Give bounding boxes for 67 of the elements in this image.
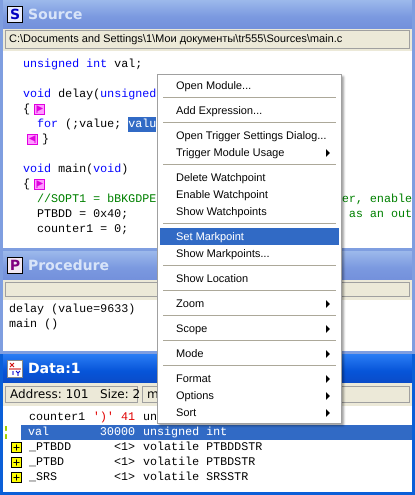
code-keyword: for [37, 117, 58, 132]
variable-value: <1> [112, 455, 135, 470]
menu-item[interactable]: Scope [160, 320, 339, 337]
code-keyword: void [23, 87, 52, 102]
menu-item[interactable]: Show Watchpoints [160, 203, 339, 220]
variable-name[interactable]: counter1 [22, 410, 86, 425]
menu-item[interactable]: Sort [160, 404, 339, 421]
menu-item[interactable]: Enable Watchpoint [160, 186, 339, 203]
code-text: main( [57, 162, 94, 177]
window-icon: P [7, 257, 23, 274]
procedure-entry[interactable]: delay (value=9633) [9, 302, 136, 317]
address-size-field: Address: 101 Size: 2 [5, 386, 138, 403]
menu-item[interactable]: Delete Watchpoint [160, 169, 339, 186]
menu-item[interactable]: Format [160, 370, 339, 387]
variable-value: 30000 [86, 425, 135, 440]
variable-value: <1> [112, 440, 135, 455]
right-flag-marker-icon [34, 179, 46, 190]
code-comment: //SOPT1 = bBKGDPE [37, 192, 156, 207]
code-keyword: unsigned int [23, 57, 108, 72]
menu-item[interactable]: Open Trigger Settings Dialog... [160, 127, 339, 144]
menu-item[interactable]: Zoom [160, 295, 339, 312]
code-text: counter1 = 0; [37, 222, 128, 237]
code-text: delay( [57, 87, 100, 102]
procedure-entry[interactable]: main () [9, 317, 58, 332]
expand-plus-icon[interactable] [11, 442, 22, 453]
code-keyword: unsigned [100, 87, 156, 102]
code-keyword: void [23, 162, 52, 177]
code-text: (;value; [64, 117, 122, 132]
menu-item[interactable]: Open Module... [160, 77, 339, 94]
variable-name[interactable]: _PTBDD [22, 440, 86, 455]
code-comment: as an out [348, 207, 412, 222]
variable-value: ')' 41 [92, 410, 135, 425]
window-title: Data:1 [28, 360, 81, 376]
data-window-icon [7, 360, 23, 378]
variable-name[interactable]: _SRS [22, 470, 86, 485]
window-title: Source [28, 6, 82, 22]
variable-type: un [142, 410, 158, 425]
left-flag-marker-icon [27, 134, 38, 145]
code-text: { [23, 102, 30, 117]
menu-item[interactable]: Options [160, 387, 339, 404]
menu-item[interactable]: Show Location [160, 270, 339, 287]
code-text: { [23, 177, 30, 192]
variable-name[interactable]: _PTBD [22, 455, 86, 470]
selected-code-text: valu [128, 117, 156, 132]
menu-item[interactable]: Set Markpoint [160, 228, 339, 245]
variable-type: volatile PTBDSTR [142, 455, 256, 470]
menu-item[interactable]: Mode [160, 345, 339, 362]
window-title: Procedure [28, 258, 109, 274]
window-icon: S [7, 6, 23, 23]
menu-item[interactable]: Show Markpoints... [160, 245, 339, 262]
right-flag-marker-icon [34, 104, 46, 115]
variable-type: unsigned int [135, 425, 412, 440]
file-path-field: C:\Documents and Settings\1\Мои документы\tr555\Sources\main.c [5, 30, 410, 49]
code-keyword: void [93, 162, 122, 177]
code-text: val; [113, 57, 142, 72]
code-text: } [42, 132, 50, 147]
variable-type: volatile PTBDDSTR [142, 440, 262, 455]
menu-item[interactable]: Add Expression... [160, 102, 339, 119]
variable-name[interactable]: val [21, 425, 86, 440]
expand-plus-icon[interactable] [11, 472, 22, 483]
menu-item[interactable]: Trigger Module Usage [160, 144, 339, 161]
expand-plus-icon[interactable] [11, 457, 22, 468]
code-text: PTBDD = 0x40; [37, 207, 128, 222]
code-comment: er, enable [342, 192, 412, 207]
variable-type: volatile SRSSTR [142, 470, 248, 485]
code-text: ) [121, 162, 128, 177]
variable-value: <1> [112, 470, 135, 485]
